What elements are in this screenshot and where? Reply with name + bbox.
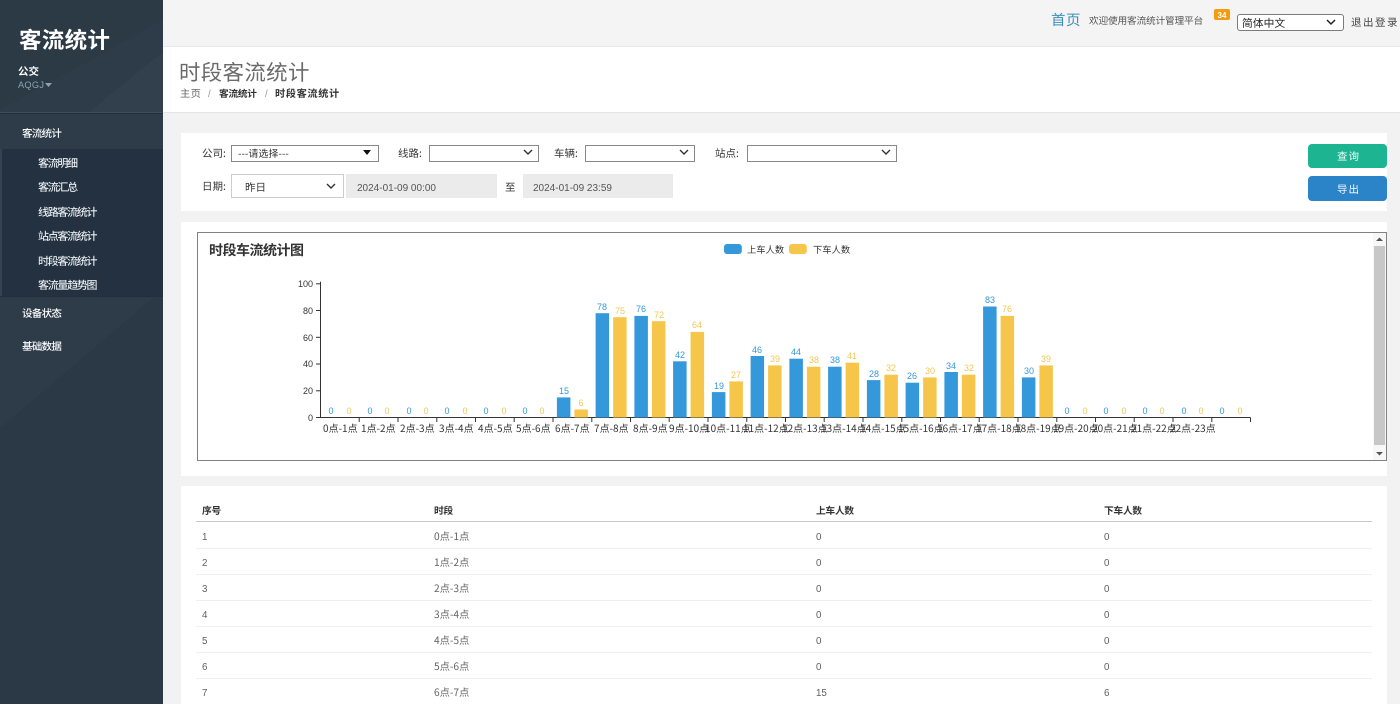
svg-text:0: 0 [462,406,467,416]
svg-text:0: 0 [1121,406,1126,416]
svg-text:28: 28 [869,369,879,379]
svg-text:76: 76 [636,304,646,314]
svg-text:44: 44 [791,347,801,357]
svg-text:2: 2 [202,558,207,569]
svg-text:38: 38 [830,355,840,365]
svg-text:6: 6 [202,662,207,673]
svg-text:100: 100 [298,279,313,289]
svg-text:6: 6 [1104,688,1109,699]
svg-text:7: 7 [202,688,207,699]
svg-text:0: 0 [1104,532,1110,543]
svg-text:1: 1 [202,532,207,543]
svg-text:0: 0 [346,406,351,416]
svg-text:0: 0 [424,406,429,416]
svg-text:0: 0 [329,406,334,416]
svg-text:27: 27 [731,370,741,380]
svg-text:0: 0 [1199,406,1204,416]
svg-text:72: 72 [654,310,664,320]
svg-text:0: 0 [1237,406,1242,416]
svg-text:0: 0 [445,406,450,416]
svg-text:34: 34 [946,361,956,371]
svg-text:15: 15 [816,688,827,699]
svg-text:60: 60 [303,333,313,343]
svg-text:0: 0 [816,662,822,673]
svg-text:0: 0 [1065,406,1070,416]
svg-text:76: 76 [1002,304,1012,314]
svg-text:0: 0 [816,610,822,621]
svg-text:20: 20 [303,386,313,396]
svg-text:39: 39 [1041,354,1051,364]
svg-text:0: 0 [1104,610,1110,621]
svg-text:39: 39 [770,354,780,364]
svg-text:0: 0 [367,406,372,416]
svg-text:0: 0 [816,584,822,595]
svg-text:0: 0 [1082,406,1087,416]
svg-text:46: 46 [752,345,762,355]
svg-text:4: 4 [202,610,208,621]
svg-text:38: 38 [809,355,819,365]
svg-text:64: 64 [692,320,702,330]
svg-text:5: 5 [202,636,208,647]
svg-text:0: 0 [1160,406,1165,416]
svg-text:0: 0 [1104,636,1110,647]
svg-text:75: 75 [615,306,625,316]
svg-text:41: 41 [847,351,857,361]
svg-text:42: 42 [675,350,685,360]
svg-text:6: 6 [579,398,584,408]
svg-text:0: 0 [1104,406,1109,416]
svg-text:40: 40 [303,359,313,369]
svg-text:0: 0 [1104,662,1110,673]
svg-text:83: 83 [985,295,995,305]
svg-text:15: 15 [559,386,569,396]
svg-text:0: 0 [1104,558,1110,569]
svg-text:78: 78 [597,302,607,312]
svg-text:0: 0 [816,636,822,647]
svg-text:0: 0 [1181,406,1186,416]
svg-text:0: 0 [1142,406,1147,416]
svg-text:3: 3 [202,584,207,595]
svg-text:32: 32 [886,363,896,373]
svg-text:19: 19 [714,381,724,391]
svg-text:0: 0 [406,406,411,416]
svg-text:32: 32 [964,363,974,373]
svg-text:0: 0 [522,406,527,416]
svg-text:0: 0 [484,406,489,416]
svg-text:0: 0 [501,406,506,416]
svg-text:0: 0 [1104,584,1110,595]
svg-text:0: 0 [816,532,822,543]
svg-text:26: 26 [907,371,917,381]
svg-text:0: 0 [540,406,545,416]
svg-text:0: 0 [385,406,390,416]
svg-text:80: 80 [303,306,313,316]
svg-text:30: 30 [925,366,935,376]
svg-text:0: 0 [816,558,822,569]
svg-text:0: 0 [308,413,313,423]
svg-text:0: 0 [1220,406,1225,416]
svg-text:30: 30 [1024,366,1034,376]
